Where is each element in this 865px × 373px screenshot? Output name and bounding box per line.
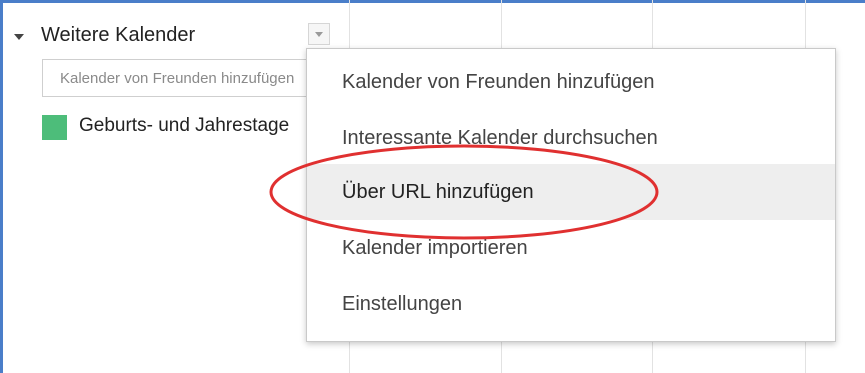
chevron-down-icon [315, 32, 323, 37]
calendar-list-item[interactable]: Geburts- und Jahrestage [42, 115, 332, 141]
calendar-label: Geburts- und Jahrestage [79, 115, 290, 136]
other-calendars-header[interactable]: Weitere Kalender [10, 22, 340, 52]
menu-item-add-friends-calendar[interactable]: Kalender von Freunden hinzufügen [307, 54, 835, 110]
add-friend-calendar-input[interactable] [42, 59, 324, 97]
menu-item-browse-calendars[interactable]: Interessante Kalender durchsuchen [307, 110, 835, 166]
window-frame-left [0, 0, 3, 373]
section-title: Weitere Kalender [41, 24, 196, 46]
window-frame-top [0, 0, 865, 3]
menu-item-add-by-url[interactable]: Über URL hinzufügen [307, 164, 835, 220]
collapse-triangle-icon[interactable] [14, 34, 24, 40]
menu-item-import-calendar[interactable]: Kalender importieren [307, 220, 835, 276]
calendar-color-swatch[interactable] [42, 115, 67, 140]
menu-item-settings[interactable]: Einstellungen [307, 276, 835, 332]
other-calendars-dropdown-menu: Kalender von Freunden hinzufügen Interes… [306, 48, 836, 342]
other-calendars-menu-button[interactable] [308, 23, 330, 45]
